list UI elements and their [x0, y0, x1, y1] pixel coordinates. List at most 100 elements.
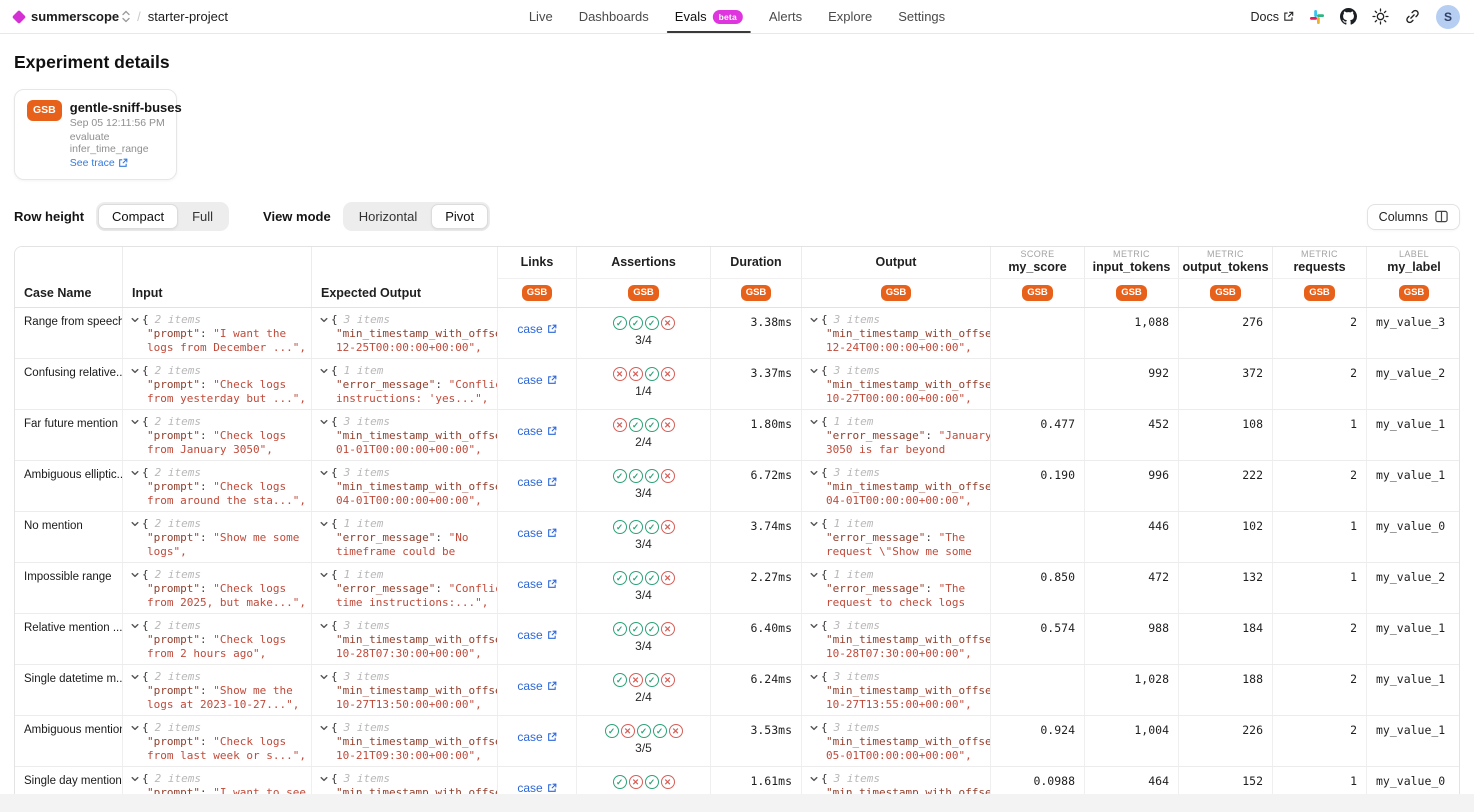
chevron-down-icon[interactable] — [320, 469, 328, 477]
column-kicker: LABEL — [1399, 249, 1429, 260]
cell-assertions: ✓✓✓✕3/4 — [577, 563, 711, 613]
chevron-down-icon[interactable] — [131, 367, 139, 375]
assertion-summary: 1/4 — [577, 384, 710, 398]
json-open-brace: { — [142, 619, 149, 633]
chevron-down-icon[interactable] — [131, 418, 139, 426]
cell-expected: {3 items"min_timestamp_with_offset"10-21… — [312, 716, 498, 766]
chevron-down-icon[interactable] — [810, 775, 818, 783]
see-trace-link[interactable]: See trace — [70, 157, 182, 169]
assertion-summary: 3/4 — [577, 486, 710, 500]
cell-case-name: Relative mention ... — [15, 614, 123, 664]
chevron-down-icon[interactable] — [320, 775, 328, 783]
json-open-brace: { — [821, 619, 828, 633]
json-items-count: 3 items — [834, 721, 880, 735]
chevron-down-icon[interactable] — [320, 724, 328, 732]
json-key: "prompt" — [147, 429, 200, 442]
chevron-down-icon[interactable] — [131, 775, 139, 783]
assertion-icons: ✓✕✓✕ — [577, 775, 710, 789]
case-link[interactable]: case — [517, 781, 556, 795]
json-open-brace: { — [331, 364, 338, 378]
experiment-badge-cell: GSB — [577, 279, 711, 307]
columns-button[interactable]: Columns — [1367, 204, 1460, 230]
docs-link[interactable]: Docs — [1251, 10, 1294, 24]
chevron-down-icon[interactable] — [810, 367, 818, 375]
nav-tab-label: Settings — [898, 9, 945, 24]
json-value: 05-01T00:00:00+00:00", — [826, 749, 972, 762]
chevron-down-icon[interactable] — [131, 316, 139, 324]
assertion-fail-icon: ✕ — [661, 520, 675, 534]
table-toolbar: Row height CompactFull View mode Horizon… — [14, 202, 1460, 231]
case-link[interactable]: case — [517, 322, 556, 336]
github-icon[interactable] — [1340, 8, 1357, 25]
org-switcher[interactable]: summerscope — [31, 9, 130, 24]
chevron-down-icon[interactable] — [131, 724, 139, 732]
json-open-brace: { — [821, 466, 828, 480]
chevron-down-icon[interactable] — [131, 571, 139, 579]
assertion-icons: ✓✕✓✕ — [577, 673, 710, 687]
case-link[interactable]: case — [517, 628, 556, 642]
chevron-down-icon[interactable] — [810, 316, 818, 324]
case-link[interactable]: case — [517, 730, 556, 744]
chevron-down-icon[interactable] — [810, 469, 818, 477]
chevron-down-icon[interactable] — [810, 418, 818, 426]
cell-input-tokens: 1,028 — [1085, 665, 1179, 715]
case-link[interactable]: case — [517, 424, 556, 438]
json-value: "I want the — [213, 327, 286, 340]
chevron-down-icon[interactable] — [810, 724, 818, 732]
chevron-down-icon[interactable] — [810, 520, 818, 528]
chevron-down-icon[interactable] — [810, 673, 818, 681]
theme-toggle-icon[interactable] — [1372, 8, 1389, 25]
row-height-option-full[interactable]: Full — [178, 204, 227, 229]
case-link[interactable]: case — [517, 679, 556, 693]
chevron-down-icon[interactable] — [810, 622, 818, 630]
row-height-option-compact[interactable]: Compact — [98, 204, 178, 229]
link-icon[interactable] — [1404, 8, 1421, 25]
assertion-pass-icon: ✓ — [645, 622, 659, 636]
chevron-down-icon[interactable] — [131, 622, 139, 630]
slack-icon[interactable] — [1309, 9, 1325, 25]
chevron-down-icon[interactable] — [810, 571, 818, 579]
assertion-pass-icon: ✓ — [645, 520, 659, 534]
chevron-down-icon[interactable] — [320, 418, 328, 426]
cell-output-tokens: 222 — [1179, 461, 1273, 511]
chevron-down-icon[interactable] — [131, 469, 139, 477]
chevron-down-icon[interactable] — [320, 571, 328, 579]
nav-tab-evals[interactable]: Evalsbeta — [675, 0, 743, 33]
case-link[interactable]: case — [517, 526, 556, 540]
cell-duration: 3.38ms — [711, 308, 802, 358]
cell-links: case — [498, 512, 577, 562]
json-open-brace: { — [331, 466, 338, 480]
json-open-brace: { — [331, 772, 338, 786]
assertion-pass-icon: ✓ — [613, 469, 627, 483]
external-link-icon — [118, 158, 128, 168]
nav-tab-live[interactable]: Live — [529, 0, 553, 33]
nav-tab-alerts[interactable]: Alerts — [769, 0, 802, 33]
chevron-down-icon[interactable] — [131, 520, 139, 528]
chevron-down-icon[interactable] — [131, 673, 139, 681]
nav-tab-explore[interactable]: Explore — [828, 0, 872, 33]
nav-tab-settings[interactable]: Settings — [898, 0, 945, 33]
case-link[interactable]: case — [517, 475, 556, 489]
chevron-down-icon[interactable] — [320, 520, 328, 528]
experiment-badge: GSB — [741, 285, 772, 301]
json-items-count: 3 items — [344, 415, 390, 429]
assertion-pass-icon: ✓ — [645, 316, 659, 330]
chevron-down-icon[interactable] — [320, 673, 328, 681]
avatar[interactable]: S — [1436, 5, 1460, 29]
cell-expected: {3 items"min_timestamp_with_offset"01-01… — [312, 410, 498, 460]
case-link[interactable]: case — [517, 373, 556, 387]
chevron-down-icon[interactable] — [320, 316, 328, 324]
cell-my-score: 0.477 — [991, 410, 1085, 460]
view-mode-option-horizontal[interactable]: Horizontal — [345, 204, 432, 229]
cell-input-tokens: 996 — [1085, 461, 1179, 511]
view-mode-option-pivot[interactable]: Pivot — [431, 204, 488, 229]
case-link[interactable]: case — [517, 577, 556, 591]
assertion-pass-icon: ✓ — [645, 469, 659, 483]
json-open-brace: { — [331, 517, 338, 531]
nav-tab-dashboards[interactable]: Dashboards — [579, 0, 649, 33]
cell-case-name: Single datetime m... — [15, 665, 123, 715]
assertion-pass-icon: ✓ — [629, 622, 643, 636]
chevron-down-icon[interactable] — [320, 367, 328, 375]
chevron-down-icon[interactable] — [320, 622, 328, 630]
json-preview: "min_timestamp_with_offset"10-28T07:30:0… — [810, 633, 990, 660]
